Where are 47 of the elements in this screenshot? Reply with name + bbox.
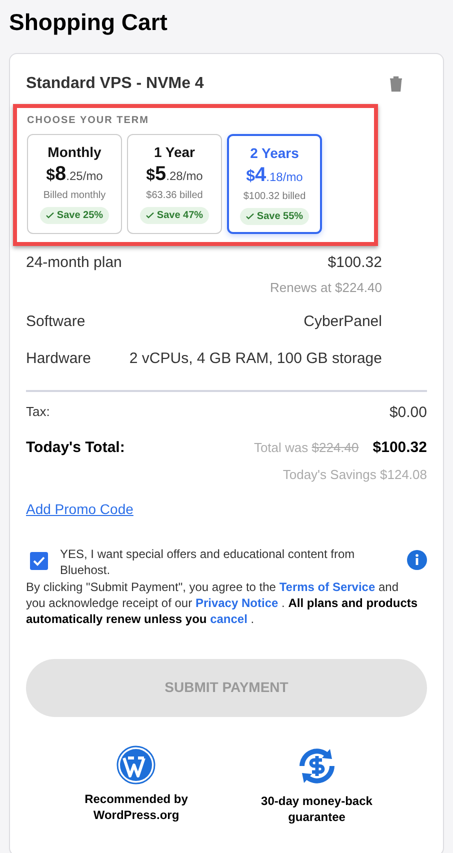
- legal-link[interactable]: cancel: [210, 612, 248, 626]
- billed-note: $100.32 billed: [243, 190, 306, 204]
- billed-note: Billed monthly: [43, 189, 106, 203]
- term-label: 2 Years: [250, 144, 299, 163]
- legal-link[interactable]: Terms of Service: [279, 580, 376, 594]
- detail-value: CyberPanel: [304, 312, 382, 332]
- checkmark-icon: [246, 213, 254, 220]
- detail-label: Software: [26, 312, 86, 332]
- term-price: $5.28/mo: [146, 163, 203, 187]
- detail-value: 2 vCPUs, 4 GB RAM, 100 GB storage: [129, 348, 382, 368]
- billed-note: $63.36 billed: [146, 189, 203, 203]
- checkmark-icon: [146, 212, 154, 219]
- original-total: Total was $224.40: [254, 439, 359, 457]
- promo-link[interactable]: Add Promo Code: [26, 498, 134, 520]
- legal-link[interactable]: Privacy Notice: [195, 596, 278, 610]
- wordpress-logo-icon: [116, 744, 156, 784]
- tax-label: Tax:: [26, 403, 50, 421]
- offers-checkbox[interactable]: [30, 552, 48, 570]
- offers-text: YES, I want special offers and educational content from Bluehost.: [60, 546, 356, 578]
- term-option[interactable]: Monthly $8.25/mo Billed monthly Save 25%: [27, 134, 122, 234]
- legal-notice: By clicking "Submit Payment", you agree to the Terms of Service and you acknowledge receipt of our Privacy Notice . All plans and products automatically renew unless you cancel .: [26, 578, 419, 626]
- term-label: 1 Year: [154, 143, 195, 162]
- product-name: Standard VPS - NVMe 4: [26, 74, 204, 94]
- page-title: Shopping Cart: [9, 8, 168, 36]
- save-tag: Save 25%: [40, 207, 110, 224]
- savings-note: Today's Savings $124.08: [282, 466, 427, 484]
- detail-label: Hardware: [26, 348, 92, 368]
- term-price: $4.18/mo: [246, 164, 303, 188]
- term-option[interactable]: 1 Year $5.28/mo $63.36 billed Save 47%: [127, 134, 222, 234]
- info-icon[interactable]: [407, 550, 427, 570]
- term-label: Monthly: [48, 143, 102, 162]
- save-tag: Save 55%: [240, 208, 310, 225]
- badge-caption: Recommended by WordPress.org: [84, 790, 189, 822]
- term-price: $8.25/mo: [46, 163, 103, 187]
- save-tag: Save 47%: [140, 207, 210, 224]
- plan-label: 24-month plan: [26, 253, 122, 273]
- checkmark-icon: [46, 212, 54, 219]
- term-option[interactable]: 2 Years $4.18/mo $100.32 billed Save 55%: [227, 134, 322, 234]
- tax-value: $0.00: [389, 403, 427, 423]
- badge-caption: 30-day money-back guarantee: [260, 792, 374, 824]
- total-value: $100.32: [372, 438, 427, 458]
- term-heading: CHOOSE YOUR TERM: [27, 114, 150, 128]
- renewal-price: Renews at $224.40: [270, 278, 382, 296]
- total-label: Today's Total:: [26, 438, 125, 458]
- checkmark-icon: [33, 556, 45, 566]
- trash-icon[interactable]: [389, 76, 403, 92]
- plan-price: $100.32: [328, 253, 382, 273]
